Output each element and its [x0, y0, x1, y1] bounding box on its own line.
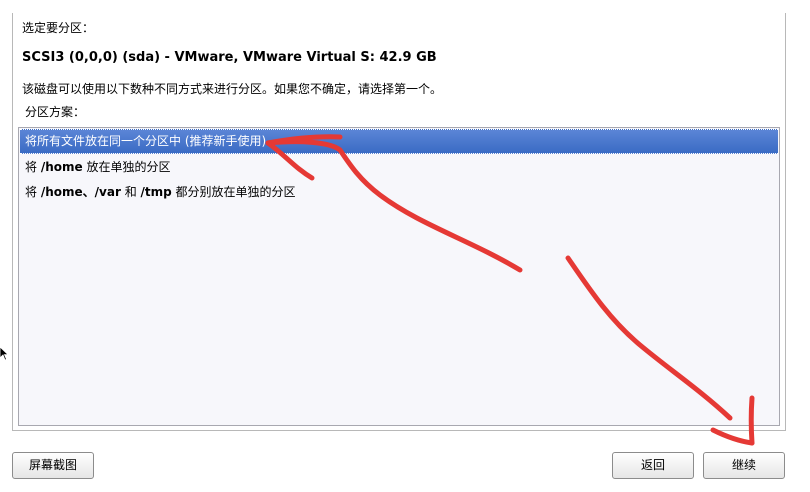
option-prefix: 将	[25, 160, 41, 174]
back-button[interactable]: 返回	[612, 452, 694, 479]
option-prefix: 将	[25, 185, 41, 199]
option-all-in-one-partition[interactable]: 将所有文件放在同一个分区中 (推荐新手使用)	[20, 129, 778, 154]
option-suffix: 放在单独的分区	[82, 160, 171, 174]
scheme-label: 分区方案：	[25, 105, 86, 119]
option-path: /home、/var	[40, 185, 121, 199]
disk-label: SCSI3 (0,0,0) (sda) - VMware, VMware Vir…	[22, 50, 437, 65]
option-path-tmp: /tmp	[140, 185, 172, 199]
option-label: 将所有文件放在同一个分区中 (推荐新手使用)	[25, 134, 267, 148]
page-title: 选定要分区：	[22, 21, 95, 35]
description-text: 该磁盘可以使用以下数种不同方式来进行分区。如果您不确定，请选择第一个。	[22, 82, 443, 96]
option-suffix: 都分别放在单独的分区	[171, 185, 296, 199]
arrow-cursor-icon	[0, 347, 8, 361]
option-mid: 和	[120, 185, 141, 199]
partition-scheme-list[interactable]: 将所有文件放在同一个分区中 (推荐新手使用) 将 /home 放在单独的分区 将…	[18, 127, 780, 426]
screenshot-button[interactable]: 屏幕截图	[12, 452, 94, 479]
option-path: /home	[40, 160, 83, 174]
option-separate-home[interactable]: 将 /home 放在单独的分区	[20, 155, 778, 180]
annotation-arrow-down-head-left	[710, 427, 755, 446]
option-separate-home-var-tmp[interactable]: 将 /home、/var 和 /tmp 都分别放在单独的分区	[20, 180, 778, 205]
continue-button[interactable]: 继续	[703, 452, 785, 479]
